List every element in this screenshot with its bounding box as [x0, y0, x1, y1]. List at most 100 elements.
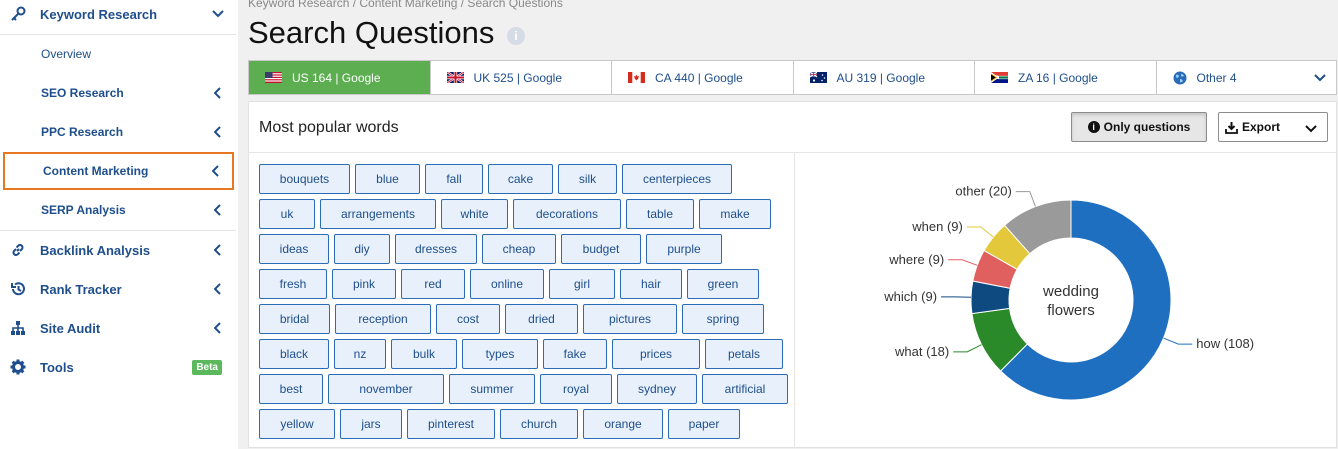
- nav-overview-label: Overview: [41, 47, 92, 61]
- nav-keyword-research[interactable]: Keyword Research: [0, 0, 236, 32]
- word-chip[interactable]: artificial: [702, 374, 788, 404]
- word-chip[interactable]: cost: [436, 304, 500, 334]
- tab-ca[interactable]: CA 440 | Google: [612, 61, 794, 94]
- word-chip[interactable]: types: [462, 339, 538, 369]
- word-chip[interactable]: silk: [558, 164, 617, 194]
- word-chip[interactable]: centerpieces: [622, 164, 732, 194]
- download-icon: [1225, 121, 1238, 134]
- leader-line-other: [1015, 191, 1036, 207]
- slice-label-which: which (9): [883, 289, 937, 304]
- word-chip[interactable]: cake: [488, 164, 553, 194]
- word-chip[interactable]: jars: [340, 409, 402, 439]
- word-chip[interactable]: fake: [543, 339, 607, 369]
- database-tabs: US 164 | Google UK 525 | Google CA 440 |…: [248, 60, 1337, 95]
- word-chip[interactable]: arrangements: [320, 199, 436, 229]
- word-chip[interactable]: pinterest: [407, 409, 495, 439]
- word-chip[interactable]: cheap: [482, 234, 556, 264]
- word-chip[interactable]: pink: [332, 269, 396, 299]
- word-chip[interactable]: girl: [549, 269, 615, 299]
- word-chip[interactable]: make: [699, 199, 771, 229]
- info-icon: i: [1087, 121, 1100, 133]
- word-chip[interactable]: table: [626, 199, 694, 229]
- nav-content-marketing[interactable]: Content Marketing: [3, 152, 234, 190]
- word-chip[interactable]: spring: [682, 304, 764, 334]
- nav-site-audit-label: Site Audit: [40, 320, 101, 336]
- word-chip[interactable]: diy: [334, 234, 390, 264]
- info-icon[interactable]: i: [507, 27, 525, 45]
- word-chip[interactable]: fresh: [259, 269, 327, 299]
- word-chip[interactable]: blue: [355, 164, 420, 194]
- tab-au-label: AU 319 | Google: [836, 70, 926, 85]
- globe-icon: [1173, 71, 1187, 85]
- word-chip[interactable]: red: [401, 269, 465, 299]
- nav-site-audit[interactable]: Site Audit: [0, 310, 236, 346]
- tab-other[interactable]: Other 4: [1157, 61, 1337, 94]
- tab-ca-label: CA 440 | Google: [655, 70, 743, 85]
- nav-overview[interactable]: Overview: [0, 36, 236, 72]
- word-chip[interactable]: church: [500, 409, 578, 439]
- word-chip[interactable]: bouquets: [259, 164, 350, 194]
- tab-us-label: US 164 | Google: [292, 70, 381, 85]
- word-chip[interactable]: online: [470, 269, 544, 299]
- word-chip[interactable]: nz: [334, 339, 386, 369]
- chevron-left-icon: [212, 283, 224, 295]
- word-chip[interactable]: summer: [449, 374, 535, 404]
- word-chip[interactable]: petals: [705, 339, 783, 369]
- word-chip[interactable]: white: [441, 199, 508, 229]
- word-chip[interactable]: budget: [561, 234, 641, 264]
- word-chip[interactable]: royal: [540, 374, 612, 404]
- nav-ppc-research[interactable]: PPC Research: [0, 114, 236, 150]
- au-flag-icon: [809, 71, 827, 83]
- tab-za[interactable]: ZA 16 | Google: [975, 61, 1157, 94]
- word-chip[interactable]: yellow: [259, 409, 335, 439]
- chevron-left-icon: [212, 87, 224, 99]
- slice-label-when: when (9): [911, 219, 963, 234]
- word-chip[interactable]: paper: [668, 409, 740, 439]
- chevron-left-icon: [212, 204, 224, 216]
- tab-za-label: ZA 16 | Google: [1018, 70, 1098, 85]
- tab-au[interactable]: AU 319 | Google: [794, 61, 975, 94]
- only-questions-label: Only questions: [1103, 120, 1191, 134]
- nav-serp-analysis-label: SERP Analysis: [41, 203, 126, 217]
- nav-backlink-analysis[interactable]: Backlink Analysis: [0, 232, 236, 268]
- nav-serp-analysis[interactable]: SERP Analysis: [0, 192, 236, 228]
- word-chip[interactable]: uk: [259, 199, 315, 229]
- word-chip[interactable]: bulk: [391, 339, 457, 369]
- word-chip[interactable]: reception: [335, 304, 431, 334]
- tab-other-label: Other 4: [1196, 70, 1237, 85]
- nav-seo-research[interactable]: SEO Research: [0, 75, 236, 111]
- word-chip[interactable]: dresses: [395, 234, 477, 264]
- word-chip[interactable]: hair: [620, 269, 682, 299]
- page-title: Search Questions: [248, 15, 495, 50]
- leader-line-where: [948, 259, 978, 266]
- card-title: Most popular words: [259, 119, 399, 136]
- export-button[interactable]: Export: [1218, 112, 1328, 142]
- slice-label-other: other (20): [955, 184, 1011, 199]
- beta-badge: Beta: [192, 359, 222, 375]
- sidebar: Keyword Research Overview SEO Research P…: [0, 0, 238, 449]
- nav-tools[interactable]: Tools Beta: [0, 349, 236, 385]
- word-chip[interactable]: best: [259, 374, 323, 404]
- only-questions-button[interactable]: i Only questions: [1071, 112, 1207, 142]
- word-chip[interactable]: black: [259, 339, 329, 369]
- word-chip[interactable]: purple: [646, 234, 722, 264]
- word-chip[interactable]: november: [328, 374, 444, 404]
- export-label: Export: [1242, 120, 1281, 134]
- divider: [0, 34, 236, 35]
- tab-uk[interactable]: UK 525 | Google: [431, 61, 612, 94]
- word-chip[interactable]: dried: [505, 304, 578, 334]
- leader-line-when: [966, 226, 994, 238]
- nav-rank-tracker[interactable]: Rank Tracker: [0, 271, 236, 307]
- word-chip[interactable]: decorations: [513, 199, 621, 229]
- link-icon: [8, 240, 28, 260]
- word-chip[interactable]: pictures: [583, 304, 677, 334]
- word-chip[interactable]: sydney: [617, 374, 697, 404]
- word-chip[interactable]: orange: [583, 409, 663, 439]
- divider: [0, 230, 236, 231]
- tab-us[interactable]: US 164 | Google: [249, 61, 431, 94]
- word-chip[interactable]: bridal: [259, 304, 330, 334]
- word-chip[interactable]: prices: [612, 339, 700, 369]
- word-chip[interactable]: ideas: [259, 234, 329, 264]
- word-chip[interactable]: fall: [425, 164, 483, 194]
- word-chip[interactable]: green: [687, 269, 759, 299]
